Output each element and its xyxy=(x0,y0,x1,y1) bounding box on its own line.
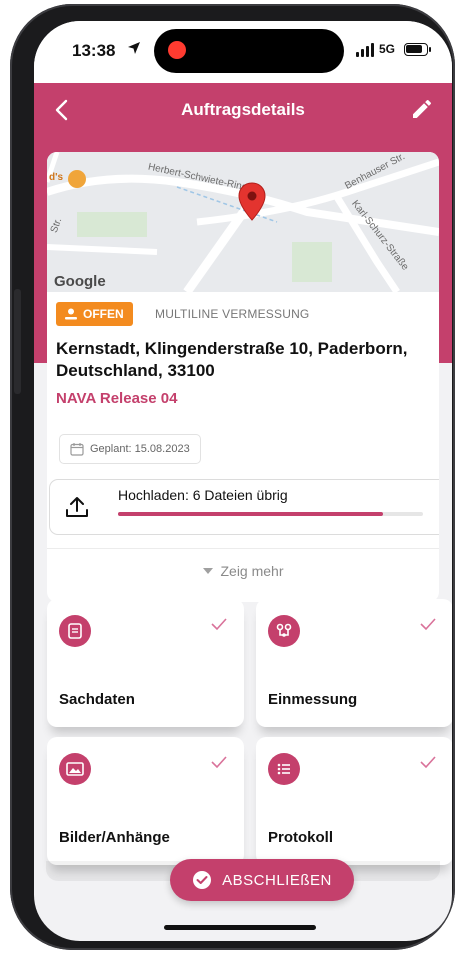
side-button xyxy=(14,289,21,394)
status-time: 13:38 xyxy=(72,41,116,60)
tile-label: Sachdaten xyxy=(59,691,135,708)
finish-button[interactable]: ABSCHLIEßEN xyxy=(170,859,354,901)
check-circle-icon xyxy=(193,871,212,889)
planned-date-chip: Geplant: 15.08.2023 xyxy=(59,434,201,464)
recording-indicator xyxy=(168,41,186,59)
status-badge: OFFEN xyxy=(56,302,133,326)
upload-progress-bar xyxy=(118,512,423,516)
google-logo: Google xyxy=(54,273,106,290)
home-indicator xyxy=(164,925,316,930)
tile-label: Bilder/Anhänge xyxy=(59,829,170,846)
dynamic-island xyxy=(154,29,344,73)
show-more-button[interactable]: Zeig mehr xyxy=(47,548,439,592)
tile-label: Protokoll xyxy=(268,829,334,846)
signal-icon xyxy=(356,43,376,57)
upload-icon xyxy=(66,497,88,517)
caret-down-icon xyxy=(203,567,214,574)
upload-progress-fill xyxy=(118,512,384,516)
show-more-label: Zeig mehr xyxy=(220,562,284,579)
upload-label: Hochladen: 6 Dateien übrig xyxy=(118,487,288,503)
map-preview[interactable]: Herbert-Schwiete-Ring Benhauser Str. Kar… xyxy=(47,152,439,292)
status-bar: 13:38 5G xyxy=(34,21,452,83)
order-address: Kernstadt, Klingenderstraße 10, Paderbor… xyxy=(56,339,408,380)
tile-sachdaten[interactable]: Sachdaten xyxy=(47,599,244,727)
image-icon xyxy=(59,753,91,785)
check-icon xyxy=(420,756,436,769)
tile-einmessung[interactable]: Einmessung xyxy=(256,599,452,727)
check-icon xyxy=(420,618,436,631)
screen: 13:38 5G Auftragsdetails Herbert-Schwiet… xyxy=(34,21,452,941)
network-type: 5G xyxy=(379,42,396,56)
battery-icon xyxy=(404,43,431,56)
status-label: OFFEN xyxy=(83,307,124,321)
tile-label: Einmessung xyxy=(268,691,358,708)
list-icon xyxy=(268,753,300,785)
map-label-poi: d's xyxy=(49,172,64,183)
tile-bilder[interactable]: Bilder/Anhänge xyxy=(47,737,244,865)
order-type: MULTILINE VERMESSUNG xyxy=(155,307,310,321)
phone-frame: 13:38 5G Auftragsdetails Herbert-Schwiet… xyxy=(10,4,455,950)
check-icon xyxy=(211,618,227,631)
location-arrow-icon xyxy=(128,42,140,54)
release-name: NAVA Release 04 xyxy=(56,390,178,407)
measure-icon xyxy=(268,615,300,647)
page-title: Auftragsdetails xyxy=(181,100,305,119)
person-icon xyxy=(65,308,77,320)
check-icon xyxy=(211,756,227,769)
finish-label: ABSCHLIEßEN xyxy=(222,871,332,889)
document-icon xyxy=(59,615,91,647)
order-card: Herbert-Schwiete-Ring Benhauser Str. Kar… xyxy=(47,152,439,602)
edit-button[interactable] xyxy=(410,97,434,121)
upload-status[interactable]: Hochladen: 6 Dateien übrig xyxy=(49,479,439,535)
tile-protokoll[interactable]: Protokoll xyxy=(256,737,452,865)
location-pin-icon xyxy=(238,182,266,221)
calendar-icon xyxy=(70,443,84,456)
planned-date: Geplant: 15.08.2023 xyxy=(90,443,190,455)
